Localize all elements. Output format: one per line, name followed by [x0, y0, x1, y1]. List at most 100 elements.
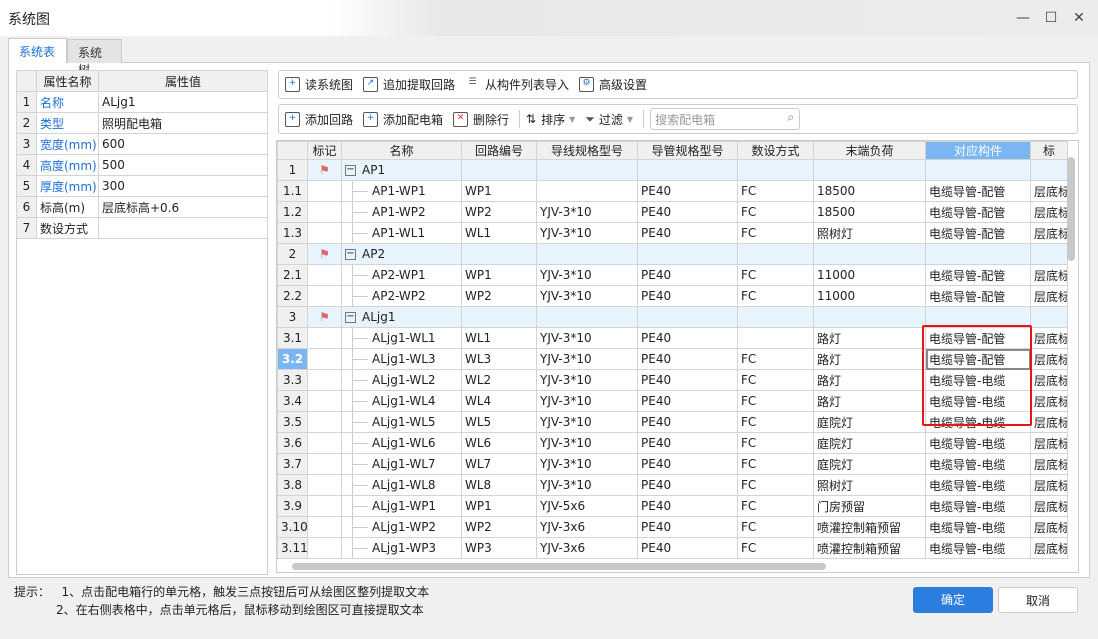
elev-cell[interactable]: 层底标 — [1030, 201, 1068, 223]
wire-cell[interactable]: YJV-3x6 — [536, 537, 638, 559]
comp-cell[interactable]: 电缆导管-配管 — [925, 222, 1031, 244]
advanced-settings-button[interactable]: ⚙ 高级设置 — [579, 76, 647, 93]
cell[interactable] — [1030, 243, 1068, 265]
elev-cell[interactable]: 层底标 — [1030, 348, 1068, 370]
flag-cell[interactable] — [307, 369, 342, 391]
circuit-cell[interactable]: WL6 — [461, 432, 537, 454]
elev-cell[interactable]: 层底标 — [1030, 327, 1068, 349]
pipe-cell[interactable]: PE40 — [637, 201, 738, 223]
wire-cell[interactable]: YJV-3*10 — [536, 327, 638, 349]
circuit-cell[interactable]: WP3 — [461, 537, 537, 559]
property-row[interactable]: 5 厚度(mm) 300 — [16, 175, 268, 197]
pipe-cell[interactable]: PE40 — [637, 390, 738, 412]
load-cell[interactable]: 庭院灯 — [813, 453, 926, 475]
property-row[interactable]: 1 名称 ALjg1 — [16, 91, 268, 113]
cell[interactable] — [637, 159, 738, 181]
pipe-cell[interactable]: PE40 — [637, 285, 738, 307]
name-cell[interactable]: − AP2 — [341, 243, 462, 265]
column-header[interactable]: 标 — [1030, 141, 1068, 160]
column-header[interactable]: 对应构件 — [925, 141, 1031, 160]
table-row[interactable]: 1.1 AP1-WP1 WP1 PE40 FC 18500 电缆导管-配管 层底标 — [277, 180, 1068, 202]
elev-cell[interactable]: 层底标 — [1030, 369, 1068, 391]
flag-cell[interactable] — [307, 264, 342, 286]
comp-cell[interactable]: 电缆导管-电缆 — [925, 432, 1031, 454]
group-row[interactable]: 2 ⚑ − AP2 — [277, 243, 1068, 265]
column-header[interactable]: 末端负荷 — [813, 141, 926, 160]
search-distribution-box-input[interactable]: 搜索配电箱 ⌕ — [650, 108, 801, 130]
flag-cell[interactable] — [307, 180, 342, 202]
comp-cell[interactable]: 电缆导管-电缆 — [925, 474, 1031, 496]
table-row[interactable]: 2.1 AP2-WP1 WP1 YJV-3*10 PE40 FC 11000 电缆导管-配管层… — [277, 264, 1068, 286]
name-cell[interactable]: AP2-WP2 — [341, 285, 462, 307]
method-cell[interactable]: FC — [737, 474, 814, 496]
table-row[interactable]: 3.7 ALjg1-WL7 WL7 YJV-3*10 PE40 FC 庭院灯 电缆导管-电缆层… — [277, 453, 1068, 475]
method-cell[interactable]: FC — [737, 285, 814, 307]
property-value[interactable]: 500 — [98, 154, 268, 176]
pipe-cell[interactable]: PE40 — [637, 516, 738, 538]
load-cell[interactable]: 路灯 — [813, 369, 926, 391]
load-cell[interactable]: 庭院灯 — [813, 411, 926, 433]
table-row[interactable]: 3.8 ALjg1-WL8 WL8 YJV-3*10 PE40 FC 照树灯 电缆导管-电缆层… — [277, 474, 1068, 496]
comp-cell[interactable]: 电缆导管-电缆 — [925, 537, 1031, 559]
name-cell[interactable]: AP2-WP1 — [341, 264, 462, 286]
load-cell[interactable]: 路灯 — [813, 348, 926, 370]
property-row[interactable]: 2 类型 照明配电箱 — [16, 112, 268, 134]
cell[interactable] — [536, 159, 638, 181]
circuit-cell[interactable]: WP2 — [461, 516, 537, 538]
cell[interactable] — [637, 306, 738, 328]
pipe-cell[interactable]: PE40 — [637, 327, 738, 349]
delete-row-button[interactable]: ✕ 删除行 — [453, 111, 509, 128]
pipe-cell[interactable]: PE40 — [637, 222, 738, 244]
elev-cell[interactable]: 层底标 — [1030, 180, 1068, 202]
name-cell[interactable]: ALjg1-WP2 — [341, 516, 462, 538]
cell[interactable] — [737, 243, 814, 265]
column-header[interactable]: 标记 — [307, 141, 342, 160]
name-cell[interactable]: − AP1 — [341, 159, 462, 181]
method-cell[interactable]: FC — [737, 537, 814, 559]
elev-cell[interactable]: 层底标 — [1030, 390, 1068, 412]
column-header[interactable]: 名称 — [341, 141, 462, 160]
flag-cell[interactable] — [307, 201, 342, 223]
wire-cell[interactable]: YJV-3*10 — [536, 222, 638, 244]
close-button[interactable]: ✕ — [1069, 8, 1089, 28]
flag-cell[interactable] — [307, 432, 342, 454]
method-cell[interactable]: FC — [737, 222, 814, 244]
elev-cell[interactable]: 层底标 — [1030, 264, 1068, 286]
flag-cell[interactable]: ⚑ — [307, 159, 342, 181]
pipe-cell[interactable]: PE40 — [637, 411, 738, 433]
pipe-cell[interactable]: PE40 — [637, 180, 738, 202]
property-value[interactable] — [98, 217, 268, 239]
table-row[interactable]: 3.11 ALjg1-WP3 WP3 YJV-3x6 PE40 FC 喷灌控制箱预留 电缆导管… — [277, 537, 1068, 559]
comp-cell[interactable]: 电缆导管-电缆 — [925, 495, 1031, 517]
table-row[interactable]: 2.2 AP2-WP2 WP2 YJV-3*10 PE40 FC 11000 电缆导管-配管层… — [277, 285, 1068, 307]
method-cell[interactable]: FC — [737, 201, 814, 223]
group-row[interactable]: 1 ⚑ − AP1 — [277, 159, 1068, 181]
wire-cell[interactable]: YJV-5x6 — [536, 495, 638, 517]
column-header[interactable]: 导管规格型号 — [637, 141, 738, 160]
tab-system-tree[interactable]: 系统树 — [67, 39, 122, 77]
property-value[interactable]: 照明配电箱 — [98, 112, 268, 134]
cancel-button[interactable]: 取消 — [998, 587, 1078, 613]
minimize-button[interactable]: — — [1013, 8, 1033, 28]
wire-cell[interactable]: YJV-3*10 — [536, 411, 638, 433]
elev-cell[interactable]: 层底标 — [1030, 453, 1068, 475]
read-system-diagram-button[interactable]: + 读系统图 — [285, 76, 353, 93]
name-cell[interactable]: ALjg1-WL5 — [341, 411, 462, 433]
cell[interactable] — [737, 306, 814, 328]
load-cell[interactable]: 路灯 — [813, 327, 926, 349]
property-value[interactable]: ALjg1 — [98, 91, 268, 113]
name-cell[interactable]: ALjg1-WP1 — [341, 495, 462, 517]
method-cell[interactable]: FC — [737, 369, 814, 391]
wire-cell[interactable]: YJV-3*10 — [536, 390, 638, 412]
pipe-cell[interactable]: PE40 — [637, 369, 738, 391]
flag-cell[interactable] — [307, 537, 342, 559]
circuit-cell[interactable]: WL8 — [461, 474, 537, 496]
comp-cell[interactable]: 电缆导管-配管 — [925, 285, 1031, 307]
wire-cell[interactable]: YJV-3*10 — [536, 474, 638, 496]
filter-dropdown[interactable]: ⏷ 过滤 ▼ — [585, 111, 633, 128]
cell[interactable] — [813, 306, 926, 328]
name-cell[interactable]: ALjg1-WL7 — [341, 453, 462, 475]
flag-cell[interactable] — [307, 474, 342, 496]
cell[interactable] — [813, 159, 926, 181]
wire-cell[interactable] — [536, 180, 638, 202]
